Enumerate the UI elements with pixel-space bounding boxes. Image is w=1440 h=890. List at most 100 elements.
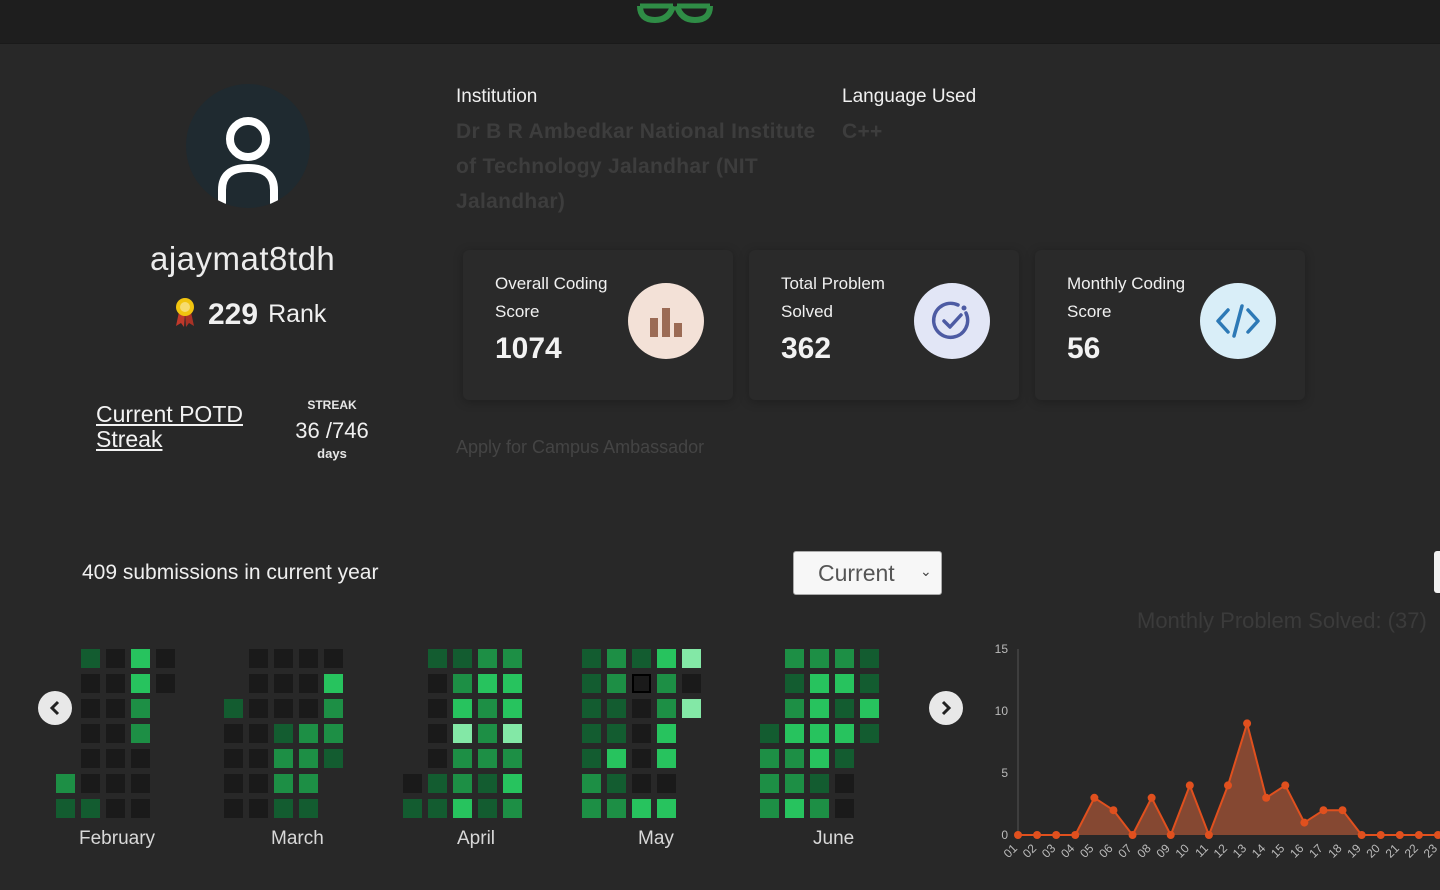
heatmap-cell[interactable]	[478, 649, 497, 668]
heatmap-cell[interactable]	[860, 674, 879, 693]
heatmap-cell[interactable]	[81, 799, 100, 818]
gfg-logo-icon[interactable]	[636, 0, 714, 29]
heatmap-cell[interactable]	[156, 649, 175, 668]
heatmap-cell[interactable]	[249, 799, 268, 818]
heatmap-cell[interactable]	[657, 774, 676, 793]
heatmap-cell[interactable]	[785, 649, 804, 668]
data-point[interactable]	[1243, 719, 1252, 728]
current-potd-streak-link[interactable]: Current POTD Streak	[96, 402, 266, 452]
heatmap-cell[interactable]	[453, 724, 472, 743]
heatmap-cell[interactable]	[682, 649, 701, 668]
heatmap-cell[interactable]	[478, 799, 497, 818]
heatmap-cell[interactable]	[582, 799, 601, 818]
heatmap-cell[interactable]	[274, 699, 293, 718]
heatmap-cell[interactable]	[224, 699, 243, 718]
data-point[interactable]	[1281, 781, 1290, 790]
chevron-right-icon[interactable]	[929, 691, 963, 725]
heatmap-cell[interactable]	[632, 749, 651, 768]
data-point[interactable]	[1033, 831, 1042, 839]
heatmap-cell[interactable]	[607, 699, 626, 718]
heatmap-cell[interactable]	[299, 724, 318, 743]
heatmap-cell[interactable]	[324, 649, 343, 668]
edge-tab[interactable]	[1434, 551, 1440, 593]
heatmap-cell[interactable]	[657, 699, 676, 718]
heatmap-cell[interactable]	[860, 724, 879, 743]
heatmap-cell[interactable]	[582, 649, 601, 668]
data-point[interactable]	[1319, 806, 1328, 815]
heatmap-cell[interactable]	[453, 749, 472, 768]
data-point[interactable]	[1300, 818, 1309, 827]
heatmap-cell[interactable]	[835, 799, 854, 818]
heatmap-cell[interactable]	[81, 649, 100, 668]
heatmap-cell[interactable]	[324, 749, 343, 768]
heatmap-cell[interactable]	[403, 799, 422, 818]
heatmap-cell[interactable]	[607, 649, 626, 668]
heatmap-cell[interactable]	[478, 674, 497, 693]
heatmap-cell[interactable]	[131, 649, 150, 668]
heatmap-cell[interactable]	[299, 799, 318, 818]
data-point[interactable]	[1185, 781, 1194, 790]
heatmap-cell[interactable]	[810, 774, 829, 793]
heatmap-cell[interactable]	[131, 699, 150, 718]
data-point[interactable]	[1224, 781, 1232, 790]
heatmap-cell[interactable]	[249, 674, 268, 693]
heatmap-cell[interactable]	[860, 699, 879, 718]
heatmap-cell[interactable]	[106, 649, 125, 668]
heatmap-cell[interactable]	[131, 724, 150, 743]
heatmap-cell[interactable]	[274, 674, 293, 693]
heatmap-cell[interactable]	[249, 724, 268, 743]
heatmap-cell[interactable]	[835, 749, 854, 768]
heatmap-cell[interactable]	[835, 724, 854, 743]
heatmap-cell[interactable]	[860, 649, 879, 668]
heatmap-cell[interactable]	[56, 799, 75, 818]
heatmap-cell[interactable]	[785, 724, 804, 743]
data-point[interactable]	[1014, 831, 1022, 839]
heatmap-cell[interactable]	[453, 699, 472, 718]
heatmap-cell[interactable]	[224, 799, 243, 818]
heatmap-cell[interactable]	[324, 724, 343, 743]
heatmap-cell[interactable]	[632, 699, 651, 718]
heatmap-cell[interactable]	[632, 799, 651, 818]
heatmap-cell[interactable]	[249, 749, 268, 768]
heatmap-cell[interactable]	[131, 674, 150, 693]
heatmap-cell[interactable]	[324, 699, 343, 718]
heatmap-cell[interactable]	[503, 799, 522, 818]
heatmap-cell[interactable]	[106, 674, 125, 693]
heatmap-cell[interactable]	[428, 799, 447, 818]
heatmap-cell[interactable]	[106, 699, 125, 718]
heatmap-cell[interactable]	[428, 699, 447, 718]
heatmap-cell[interactable]	[682, 674, 701, 693]
heatmap-cell[interactable]	[428, 749, 447, 768]
heatmap-cell[interactable]	[607, 749, 626, 768]
heatmap-cell[interactable]	[274, 649, 293, 668]
heatmap-cell[interactable]	[274, 749, 293, 768]
heatmap-cell[interactable]	[428, 674, 447, 693]
heatmap-cell[interactable]	[582, 699, 601, 718]
heatmap-cell[interactable]	[632, 724, 651, 743]
heatmap-cell[interactable]	[785, 674, 804, 693]
heatmap-cell[interactable]	[503, 674, 522, 693]
heatmap-cell[interactable]	[131, 774, 150, 793]
heatmap-cell[interactable]	[760, 799, 779, 818]
data-point[interactable]	[1128, 831, 1137, 839]
heatmap-cell[interactable]	[657, 724, 676, 743]
heatmap-cell[interactable]	[810, 799, 829, 818]
heatmap-cell[interactable]	[299, 699, 318, 718]
heatmap-cell[interactable]	[835, 674, 854, 693]
heatmap-cell[interactable]	[478, 774, 497, 793]
data-point[interactable]	[1166, 831, 1175, 839]
heatmap-cell[interactable]	[478, 749, 497, 768]
year-select[interactable]: Current	[793, 551, 942, 595]
heatmap-cell[interactable]	[56, 774, 75, 793]
heatmap-cell[interactable]	[632, 774, 651, 793]
heatmap-cell[interactable]	[478, 724, 497, 743]
heatmap-cell[interactable]	[299, 674, 318, 693]
heatmap-cell[interactable]	[131, 749, 150, 768]
heatmap-cell[interactable]	[249, 649, 268, 668]
heatmap-cell[interactable]	[607, 774, 626, 793]
heatmap-cell[interactable]	[249, 774, 268, 793]
heatmap-cell[interactable]	[607, 799, 626, 818]
heatmap-cell[interactable]	[503, 699, 522, 718]
heatmap-cell[interactable]	[453, 674, 472, 693]
heatmap-cell[interactable]	[403, 774, 422, 793]
